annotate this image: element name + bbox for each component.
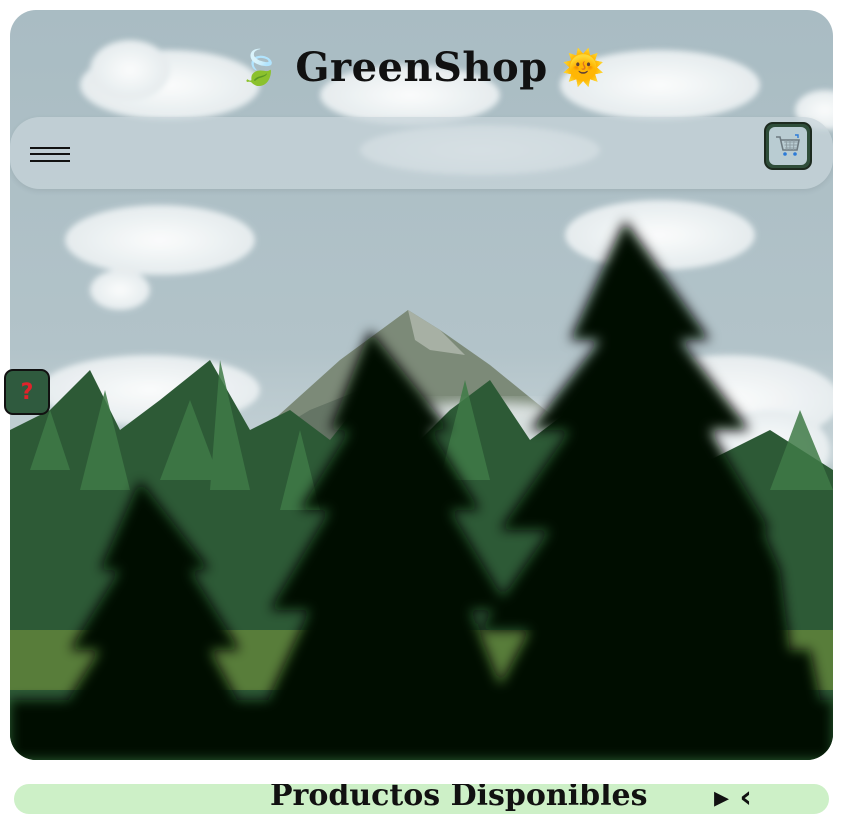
site-title: 🍃 GreenShop 🌞 [10,44,833,91]
leaf-icon: 🍃 [238,48,281,88]
hero-banner: 🍃 GreenShop 🌞 [10,10,833,760]
help-button[interactable]: ? [4,369,50,415]
hamburger-menu-icon[interactable] [30,137,70,169]
question-mark-icon: ? [20,379,34,405]
navbar [10,117,833,189]
site-title-text: GreenShop [295,44,548,91]
carousel-arrows-icon[interactable]: ▸ ‹ [714,784,752,814]
cart-button[interactable] [764,122,812,170]
shopping-cart-icon [776,134,800,156]
products-section-header: Productos Disponibles ▸ ‹ [14,784,829,814]
sun-icon: 🌞 [562,48,605,88]
section-title: Productos Disponibles [270,784,648,813]
